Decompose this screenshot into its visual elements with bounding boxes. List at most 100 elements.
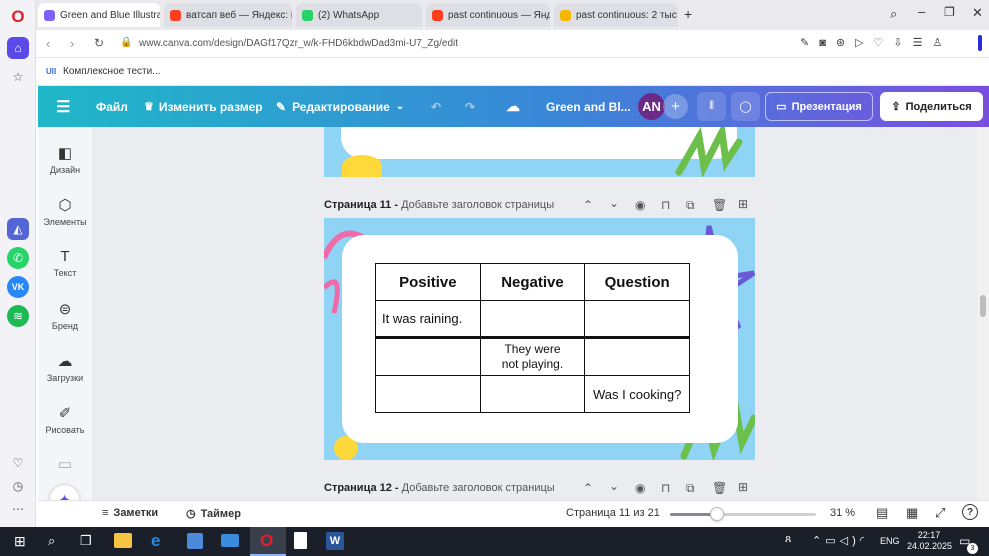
sidebar-item-uploads[interactable]: ☁ Загрузки bbox=[38, 352, 92, 383]
tab-images[interactable]: past continuous: 2 тыс изо bbox=[554, 3, 678, 27]
language-indicator[interactable]: ENG bbox=[880, 536, 900, 546]
table-cell[interactable] bbox=[584, 300, 690, 338]
tab-whatsapp[interactable]: (2) WhatsApp bbox=[296, 3, 422, 27]
whatsapp-icon[interactable]: ✆ bbox=[7, 247, 29, 269]
history-icon[interactable]: ◷ bbox=[7, 475, 29, 497]
tray-icons[interactable]: ⌃▭◁)◜ bbox=[812, 534, 868, 547]
table-cell[interactable]: Was I cooking? bbox=[584, 375, 690, 413]
opera-logo-icon[interactable]: O bbox=[7, 6, 29, 28]
sidebar-item-design[interactable]: ◧ Дизайн bbox=[38, 144, 92, 175]
delete-page-icon[interactable]: 🗑 bbox=[712, 481, 727, 495]
page-12-title-input[interactable]: Добавьте заголовок страницы bbox=[402, 482, 555, 494]
sidebar-item-text[interactable]: T Текст bbox=[38, 248, 92, 278]
vertical-scrollbar[interactable] bbox=[977, 127, 989, 500]
reload-icon[interactable]: ↻ bbox=[94, 36, 104, 50]
page-11-header[interactable]: Страница 11 - Добавьте заголовок страниц… bbox=[324, 199, 554, 211]
home-icon[interactable]: ⌂ bbox=[7, 37, 29, 59]
minimize-icon[interactable]: – bbox=[918, 4, 925, 19]
people-icon[interactable]: ጸ bbox=[785, 533, 791, 546]
page-10-preview[interactable] bbox=[324, 127, 755, 177]
task-view-icon[interactable]: ❒ bbox=[80, 533, 92, 549]
windows-start-icon[interactable]: ⊞ bbox=[14, 533, 26, 550]
add-page-icon[interactable]: ⊞ bbox=[738, 480, 748, 494]
page-12-header[interactable]: Страница 12 - Добавьте заголовок страниц… bbox=[324, 482, 555, 494]
add-page-icon[interactable]: ⊞ bbox=[738, 197, 748, 211]
table-cell[interactable] bbox=[375, 375, 481, 413]
grid-view-icon[interactable]: ▤ bbox=[876, 505, 888, 521]
restore-icon[interactable]: ❐ bbox=[944, 5, 955, 19]
search-icon[interactable]: ⌕ bbox=[48, 533, 55, 549]
header-positive[interactable]: Positive bbox=[375, 263, 481, 301]
comment-icon[interactable]: ◯ bbox=[731, 92, 760, 121]
duplicate-page-icon[interactable]: ⧉ bbox=[686, 198, 695, 213]
table-cell[interactable] bbox=[479, 375, 586, 413]
sidebar-item-draw[interactable]: ✐ Рисовать bbox=[38, 404, 92, 435]
address-toolbar-icons[interactable]: ✎◙⊛▷♡⇩☰♙ bbox=[800, 36, 952, 49]
store-icon[interactable] bbox=[187, 533, 203, 549]
table-cell[interactable] bbox=[584, 337, 690, 376]
avatar[interactable]: AN bbox=[638, 93, 665, 120]
move-up-icon[interactable]: ⌃ bbox=[583, 481, 593, 495]
bookmark-item[interactable]: Комплексное тести... bbox=[63, 66, 161, 77]
header-negative[interactable]: Negative bbox=[479, 263, 586, 301]
clock[interactable]: 22:17 24.02.2025 bbox=[907, 530, 952, 552]
timer-button[interactable]: ◷ Таймер bbox=[186, 507, 241, 520]
edge-icon[interactable]: e bbox=[151, 531, 160, 551]
duplicate-page-icon[interactable]: ⧉ bbox=[686, 481, 695, 496]
notepad-icon[interactable] bbox=[294, 532, 307, 549]
move-up-icon[interactable]: ⌃ bbox=[583, 198, 593, 212]
fullscreen-icon[interactable]: ⤢ bbox=[935, 505, 945, 521]
undo-icon[interactable]: ↶ bbox=[431, 86, 441, 127]
opera-taskbar-item[interactable]: O bbox=[250, 527, 286, 556]
menu-icon[interactable]: ☰ bbox=[56, 86, 70, 127]
sidebar-toggle[interactable] bbox=[978, 35, 982, 51]
file-explorer-icon[interactable] bbox=[114, 533, 132, 548]
sidebar-item-projects[interactable]: ▭ bbox=[38, 455, 92, 476]
aria-icon[interactable]: ◭ bbox=[7, 218, 29, 240]
move-down-icon[interactable]: ⌄ bbox=[609, 479, 619, 493]
zoom-slider[interactable] bbox=[670, 507, 816, 521]
hide-page-icon[interactable]: ◉ bbox=[635, 198, 645, 212]
analytics-icon[interactable]: ⫴ bbox=[697, 92, 726, 121]
table-cell[interactable] bbox=[479, 300, 586, 338]
pages-icon[interactable]: ▦ bbox=[906, 505, 918, 521]
notes-button[interactable]: ≡ Заметки bbox=[102, 507, 158, 519]
lock-page-icon[interactable]: ⊓ bbox=[661, 481, 670, 495]
more-icon[interactable]: ⋯ bbox=[7, 498, 29, 520]
page-11[interactable]: Positive Negative Question It was rainin… bbox=[324, 218, 755, 460]
star-icon[interactable]: ☆ bbox=[7, 66, 29, 88]
zoom-value[interactable]: 31 % bbox=[830, 507, 855, 519]
header-question[interactable]: Question bbox=[584, 263, 690, 301]
table-cell[interactable]: They were not playing. bbox=[479, 337, 586, 376]
tab-yandex-1[interactable]: ватсап веб — Яндекс: на bbox=[164, 3, 292, 27]
page-indicator[interactable]: Страница 11 из 21 bbox=[566, 507, 660, 519]
hide-page-icon[interactable]: ◉ bbox=[635, 481, 645, 495]
delete-page-icon[interactable]: 🗑 bbox=[712, 198, 727, 212]
close-window-icon[interactable]: ✕ bbox=[972, 5, 983, 21]
search-tabs-icon[interactable]: ⌕ bbox=[890, 6, 897, 22]
move-down-icon[interactable]: ⌄ bbox=[609, 196, 619, 210]
share-button[interactable]: ⇪ Поделиться bbox=[880, 92, 983, 121]
tab-yandex-2[interactable]: past continuous — Янде bbox=[426, 3, 550, 27]
url-field[interactable]: www.canva.com/design/DAGf17Qzr_w/k-FHD6k… bbox=[139, 38, 458, 49]
back-icon[interactable]: ‹ bbox=[46, 36, 50, 51]
spotify-icon[interactable]: ≋ bbox=[7, 305, 29, 327]
sidebar-item-brand[interactable]: ⊜ Бренд bbox=[38, 300, 92, 331]
scrollbar-thumb[interactable] bbox=[980, 295, 986, 317]
resize-button[interactable]: ♛ Изменить размер bbox=[144, 86, 263, 127]
edit-mode-button[interactable]: ✎ Редактирование ⌄ bbox=[276, 86, 404, 127]
forward-icon[interactable]: › bbox=[70, 36, 74, 51]
add-collaborator-icon[interactable]: + bbox=[663, 94, 688, 119]
design-title[interactable]: Green and Bl... bbox=[546, 86, 631, 127]
redo-icon[interactable]: ↷ bbox=[465, 86, 475, 127]
sidebar-item-elements[interactable]: ⬡ Элементы bbox=[38, 196, 92, 227]
tab-canva[interactable]: Green and Blue Illustrative bbox=[38, 3, 160, 27]
table-cell[interactable]: It was raining. bbox=[375, 300, 481, 338]
new-tab-icon[interactable]: + bbox=[684, 6, 692, 22]
word-icon[interactable]: W bbox=[326, 532, 344, 550]
heart-icon[interactable]: ♡ bbox=[7, 452, 29, 474]
file-menu[interactable]: Файл bbox=[96, 86, 128, 127]
lock-page-icon[interactable]: ⊓ bbox=[661, 198, 670, 212]
present-button[interactable]: ▭ Презентация bbox=[765, 92, 873, 121]
tense-table[interactable]: Positive Negative Question It was rainin… bbox=[375, 263, 690, 413]
